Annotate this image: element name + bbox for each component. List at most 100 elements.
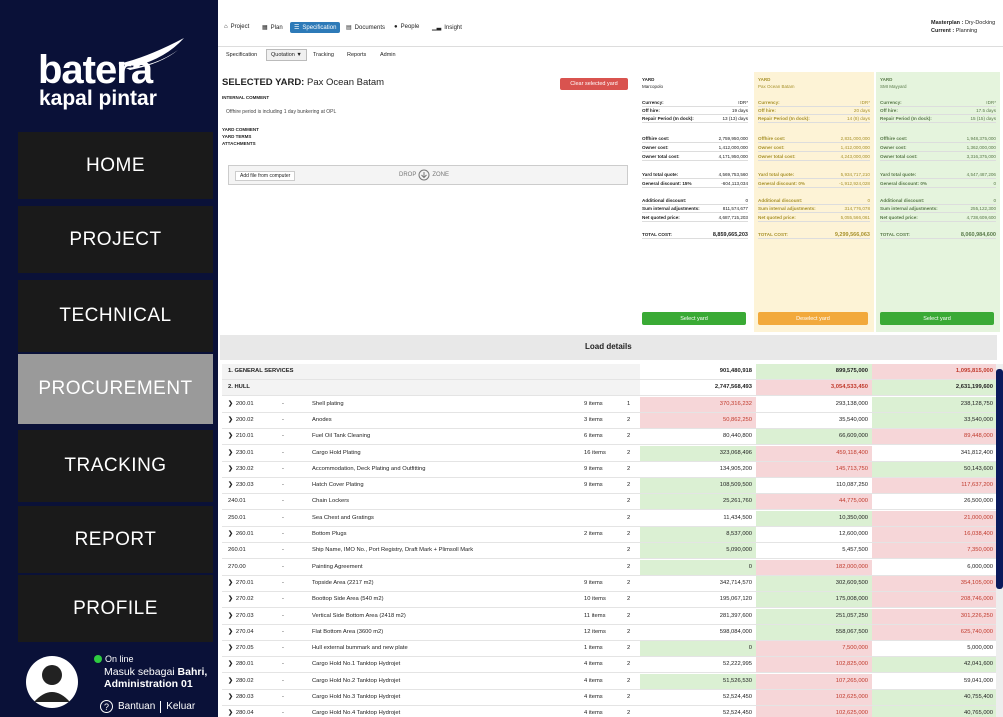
summary-label: Currency: <box>642 100 664 105</box>
table-group-row[interactable]: 1. GENERAL SERVICES 901,480,918 899,575,00… <box>222 364 997 380</box>
table-row[interactable]: ❯ 280.04 - Cargo Hold No.4 Tanktop Hydrojet… <box>222 706 997 717</box>
price-cell: 102,625,000 <box>756 690 872 705</box>
nav-procurement[interactable]: PROCUREMENT <box>18 354 213 424</box>
subtab-tracking[interactable]: Tracking <box>313 52 334 58</box>
summary-value: 1,412,000,000 <box>840 145 870 150</box>
table-scrollbar[interactable] <box>996 364 1003 717</box>
dash: - <box>282 482 284 489</box>
subtab-reports[interactable]: Reports <box>347 52 366 58</box>
table-row[interactable]: ❯ 270.01 - Topside Area (2217 m2) 9 items 2 34… <box>222 575 997 592</box>
expand-chevron-icon[interactable]: ❯ <box>228 580 233 586</box>
batera-logo[interactable]: batera kapal pintar <box>38 36 188 116</box>
yard-summary-row: Off hire: 19 days <box>642 108 748 115</box>
table-row[interactable]: ❯ 230.01 - Cargo Hold Plating 16 items 2 323,0… <box>222 445 997 462</box>
plan-icon: ▦ <box>262 25 268 31</box>
table-row[interactable]: 240.01 - Chain Lockers 2 25,261,760 44,775,00… <box>222 494 997 511</box>
nav-profile[interactable]: PROFILE <box>18 575 213 642</box>
row-description: Fuel Oil Tank Cleaning <box>312 433 371 440</box>
summary-label: Yard total quote: <box>758 172 795 177</box>
expand-chevron-icon[interactable]: ❯ <box>228 417 233 423</box>
table-row[interactable]: ❯ 270.03 - Vertical Side Bottom Area (2418 … <box>222 608 997 625</box>
expand-chevron-icon[interactable]: ❯ <box>228 613 233 619</box>
subtab-quotation[interactable]: Quotation ▼ <box>266 49 307 61</box>
yard-summary-row: General discount: 15% -604,113,034 <box>642 181 748 188</box>
tab-insight[interactable]: ▁▃ Insight <box>432 24 462 32</box>
row-items: 9 items <box>584 465 603 472</box>
help-link[interactable]: Bantuan <box>118 701 155 712</box>
nav-home[interactable]: HOME <box>18 132 213 199</box>
table-row[interactable]: 260.01 - Ship Name, IMO No., Port Registry… <box>222 543 997 560</box>
expand-chevron-icon[interactable]: ❯ <box>228 645 233 651</box>
table-row[interactable]: ❯ 210.01 - Fuel Oil Tank Cleaning 6 items 2 80… <box>222 429 997 446</box>
select-yard-button[interactable]: Select yard <box>642 312 746 325</box>
table-row[interactable]: ❯ 280.02 - Cargo Hold No.2 Tanktop Hydrojet… <box>222 673 997 690</box>
nav-technical[interactable]: TECHNICAL <box>18 280 213 352</box>
tab-documents[interactable]: ▤ Documents <box>346 24 385 32</box>
summary-label: Repair Period (In dock): <box>758 116 810 121</box>
table-row[interactable]: ❯ 260.01 - Bottom Plugs 2 items 2 8,537,000 12,… <box>222 527 997 543</box>
subtab-specification[interactable]: Specification <box>226 52 257 58</box>
row-code: ❯ 230.01 <box>228 450 254 456</box>
price-cell: 2,631,199,600 <box>872 380 997 396</box>
yard-summary-row: Yard total quote: 4,547,487,206 <box>880 172 996 179</box>
expand-chevron-icon[interactable]: ❯ <box>228 450 233 456</box>
avatar-icon[interactable] <box>26 656 78 708</box>
code-text: 1. GENERAL SERVICES <box>228 368 294 374</box>
expand-chevron-icon[interactable]: ❯ <box>228 710 233 716</box>
table-row[interactable]: 250.01 - Sea Chest and Gratings 2 11,434,500… <box>222 510 997 527</box>
table-row[interactable]: ❯ 270.04 - Flat Bottom Area (3600 m2) 12 ite… <box>222 624 997 641</box>
table-row[interactable]: ❯ 270.02 - Boottop Side Area (540 m2) 10 ite… <box>222 592 997 609</box>
add-file-button[interactable]: Add file from computer <box>235 171 296 181</box>
price-cell: 50,862,250 <box>640 412 756 428</box>
load-details-bar[interactable]: Load details <box>220 335 997 360</box>
expand-chevron-icon[interactable]: ❯ <box>228 401 233 407</box>
subtab-admin[interactable]: Admin <box>380 52 396 58</box>
select-yard-button[interactable]: Select yard <box>880 312 994 325</box>
price-cell: 293,138,000 <box>756 396 872 412</box>
table-row[interactable]: ❯ 280.03 - Cargo Hold No.3 Tanktop Hydrojet… <box>222 690 997 706</box>
expand-chevron-icon[interactable]: ❯ <box>228 629 233 635</box>
nav-label: TRACKING <box>64 455 167 476</box>
expand-chevron-icon[interactable]: ❯ <box>228 694 233 700</box>
nav-report[interactable]: REPORT <box>18 506 213 573</box>
table-row[interactable]: ❯ 200.02 - Anodes 3 items 2 50,862,250 35,540,0… <box>222 412 997 429</box>
nav-project[interactable]: PROJECT <box>18 206 213 273</box>
table-row[interactable]: ❯ 230.03 - Hatch Cover Plating 9 items 2 108,5… <box>222 478 997 495</box>
table-row[interactable]: ❯ 200.01 - Shell plating 9 items 1 370,316,232… <box>222 396 997 413</box>
tab-plan[interactable]: ▦ Plan <box>262 24 283 32</box>
yard-comment-label: YARD COMMENT <box>222 127 259 132</box>
row-code: ❯ 270.04 <box>228 629 254 635</box>
nav-tracking[interactable]: TRACKING <box>18 430 213 502</box>
help-icon[interactable]: ? <box>100 700 113 713</box>
table-row[interactable]: ❯ 270.05 - Hull external bummark and new pl… <box>222 641 997 658</box>
tab-project[interactable]: ⌂ Project <box>224 24 249 30</box>
tab-people[interactable]: ● People <box>394 24 419 30</box>
yard-summary-row: Additional discount: 0 <box>758 198 870 205</box>
clear-selected-yard-button[interactable]: Clear selected yard <box>560 78 628 90</box>
expand-chevron-icon[interactable]: ❯ <box>228 678 233 684</box>
scrollbar-thumb[interactable] <box>996 369 1003 589</box>
table-group-row[interactable]: 2. HULL 2,747,568,493 3,054,533,450 2,631,1… <box>222 380 997 397</box>
row-count: 2 <box>627 628 631 635</box>
online-dot-icon <box>94 655 102 663</box>
expand-chevron-icon[interactable]: ❯ <box>228 466 233 472</box>
summary-value: IDR* <box>738 100 748 105</box>
row-items: 4 items <box>584 677 603 684</box>
table-row[interactable]: ❯ 280.01 - Cargo Hold No.1 Tanktop Hydrojet… <box>222 657 997 674</box>
logout-link[interactable]: Keluar <box>166 701 195 712</box>
price-cell: 66,609,000 <box>756 429 872 445</box>
yard-summary-row: Net quoted price: 4,738,609,600 <box>880 215 996 222</box>
attachment-drop-zone[interactable]: Add file from computer DROP ZONE <box>228 165 628 185</box>
expand-chevron-icon[interactable]: ❯ <box>228 661 233 667</box>
table-row[interactable]: ❯ 230.02 - Accommodation, Deck Plating and … <box>222 461 997 478</box>
expand-chevron-icon[interactable]: ❯ <box>228 596 233 602</box>
deselect-yard-button[interactable]: Deselect yard <box>758 312 868 325</box>
summary-label: Offhire cost: <box>758 136 786 141</box>
expand-chevron-icon[interactable]: ❯ <box>228 433 233 439</box>
expand-chevron-icon[interactable]: ❯ <box>228 482 233 488</box>
table-row[interactable]: 270.00 - Painting Agreement 2 0 182,000,000 6,… <box>222 559 997 576</box>
row-items: 4 items <box>584 661 603 668</box>
tab-specification[interactable]: ☰ Specification <box>290 22 341 33</box>
row-items: 9 items <box>584 400 603 407</box>
expand-chevron-icon[interactable]: ❯ <box>228 531 233 537</box>
